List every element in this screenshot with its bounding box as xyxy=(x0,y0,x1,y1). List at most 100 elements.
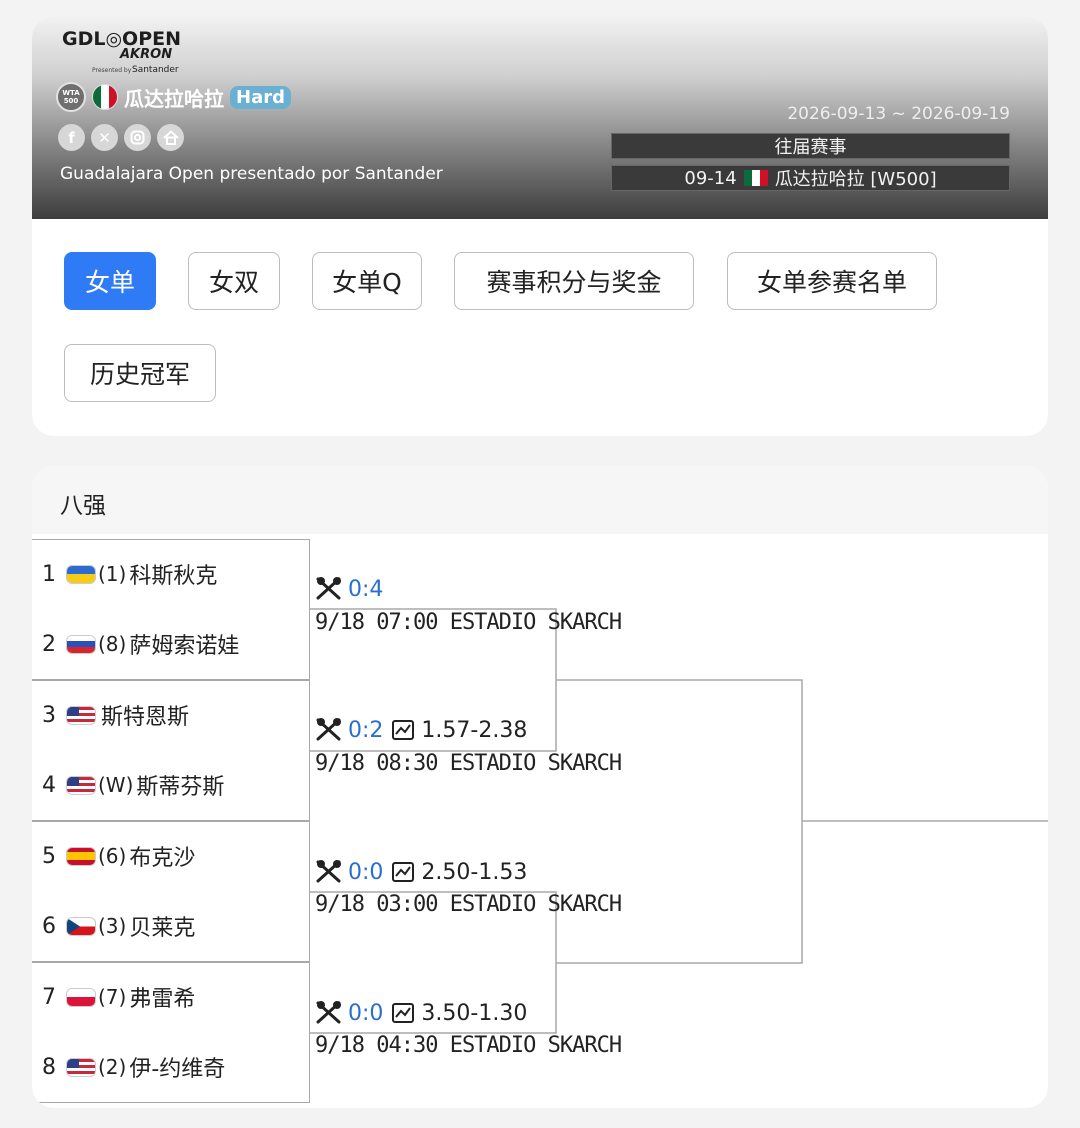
wta-badge-bottom: 500 xyxy=(63,97,79,105)
match-odds: 1.57-2.38 xyxy=(421,717,528,743)
player-row[interactable]: 5 (6) 布克沙 xyxy=(42,836,195,876)
player-list: 1 (1) 科斯秋克 2 (8) 萨姆索诺娃 3 斯特恩斯 4 (W) 斯蒂芬斯… xyxy=(32,539,310,1105)
match-h2h[interactable]: 0:0 3.50-1.30 xyxy=(314,998,527,1028)
player-number: 3 xyxy=(42,702,56,728)
tournament-dates: 2026-09-13 ~ 2026-09-19 xyxy=(787,104,1010,124)
social-links: f ✕ xyxy=(58,124,184,151)
instagram-icon[interactable] xyxy=(124,124,151,151)
past-event-date: 09-14 xyxy=(684,167,737,189)
h2h-score: 0:0 xyxy=(348,1000,384,1026)
player-name[interactable]: 伊-约维奇 xyxy=(129,1051,225,1083)
past-event-link[interactable]: 09-14 瓜达拉哈拉 [W500] xyxy=(611,165,1010,191)
tournament-logo: GDL◎OPEN AKRON Presented by Santander xyxy=(62,28,192,84)
home-icon[interactable] xyxy=(157,124,184,151)
crossed-rackets-icon xyxy=(316,577,341,600)
player-name[interactable]: 科斯秋克 xyxy=(129,558,217,590)
match-h2h[interactable]: 0:0 2.50-1.53 xyxy=(314,857,527,887)
player-number: 1 xyxy=(42,561,56,587)
player-number: 4 xyxy=(42,772,56,798)
player-row[interactable]: 8 (2) 伊-约维奇 xyxy=(42,1047,225,1087)
h2h-score: 0:4 xyxy=(348,576,384,602)
tournament-name[interactable]: 瓜达拉哈拉 xyxy=(124,83,224,112)
usa-flag-icon xyxy=(66,705,96,725)
tournament-subtitle: Guadalajara Open presentado por Santande… xyxy=(60,164,443,184)
bracket-header: 八强 xyxy=(32,466,1048,534)
match-h2h[interactable]: 0:4 xyxy=(314,574,383,604)
tab-entry-list[interactable]: 女单参赛名单 xyxy=(727,252,937,310)
player-row[interactable]: 6 (3) 贝莱克 xyxy=(42,906,195,946)
facebook-icon[interactable]: f xyxy=(58,124,85,151)
poland-flag-icon xyxy=(66,987,96,1007)
match-pair: 1 (1) 科斯秋克 2 (8) 萨姆索诺娃 xyxy=(32,539,310,680)
logo-presented-text: Presented by xyxy=(92,67,132,74)
player-number: 7 xyxy=(42,984,56,1010)
bracket-card: 八强 1 (1) 科斯秋克 2 (8) 萨姆索诺娃 3 斯特恩斯 4 (W) 斯… xyxy=(32,466,1048,1108)
mexico-flag-icon xyxy=(743,170,768,186)
player-seed: (W) xyxy=(98,773,134,797)
past-events-label: 往届赛事 xyxy=(611,133,1010,159)
tab-womens-singles[interactable]: 女单 xyxy=(64,252,156,310)
match-info: 9/18 08:30 ESTADIO SKARCH xyxy=(315,751,622,776)
player-name[interactable]: 贝莱克 xyxy=(129,910,195,942)
player-seed: (2) xyxy=(98,1055,127,1079)
x-icon[interactable]: ✕ xyxy=(91,124,118,151)
odds-chart-icon xyxy=(392,862,415,882)
wta-badge-top: WTA xyxy=(62,89,80,97)
player-seed: (6) xyxy=(98,844,127,868)
tab-points-prize-money[interactable]: 赛事积分与奖金 xyxy=(454,252,694,310)
match-pair: 3 斯特恩斯 4 (W) 斯蒂芬斯 xyxy=(32,680,310,821)
player-number: 5 xyxy=(42,843,56,869)
h2h-score: 0:0 xyxy=(348,859,384,885)
russia-flag-icon xyxy=(66,634,96,654)
player-number: 2 xyxy=(42,631,56,657)
crossed-rackets-icon xyxy=(316,718,341,741)
player-name[interactable]: 斯蒂芬斯 xyxy=(136,769,224,801)
tournament-card: GDL◎OPEN AKRON Presented by Santander WT… xyxy=(32,16,1048,436)
match-odds: 3.50-1.30 xyxy=(421,1000,528,1026)
czech-flag-icon xyxy=(66,916,96,936)
player-name[interactable]: 弗雷希 xyxy=(129,981,195,1013)
ukraine-flag-icon xyxy=(66,564,96,584)
round-title: 八强 xyxy=(60,493,106,519)
odds-chart-icon xyxy=(392,1003,415,1023)
player-number: 8 xyxy=(42,1054,56,1080)
logo-santander-text: Santander xyxy=(132,65,179,75)
match-info: 9/18 04:30 ESTADIO SKARCH xyxy=(315,1033,622,1058)
surface-badge: Hard xyxy=(230,85,291,109)
player-seed: (7) xyxy=(98,985,127,1009)
tab-womens-singles-qualifying[interactable]: 女单Q xyxy=(312,252,422,310)
match-info: 9/18 07:00 ESTADIO SKARCH xyxy=(315,610,622,635)
player-name[interactable]: 萨姆索诺娃 xyxy=(129,628,239,660)
crossed-rackets-icon xyxy=(316,1001,341,1024)
match-info: 9/18 03:00 ESTADIO SKARCH xyxy=(315,892,622,917)
tournament-banner: GDL◎OPEN AKRON Presented by Santander WT… xyxy=(32,16,1048,219)
match-pair: 5 (6) 布克沙 6 (3) 贝莱克 xyxy=(32,821,310,962)
player-row[interactable]: 1 (1) 科斯秋克 xyxy=(42,554,217,594)
player-row[interactable]: 2 (8) 萨姆索诺娃 xyxy=(42,624,239,664)
player-row[interactable]: 4 (W) 斯蒂芬斯 xyxy=(42,765,224,805)
player-seed: (3) xyxy=(98,914,127,938)
usa-flag-icon xyxy=(66,775,96,795)
logo-sponsor-text: AKRON xyxy=(120,47,173,62)
match-odds: 2.50-1.53 xyxy=(421,859,528,885)
player-seed: (1) xyxy=(98,562,127,586)
player-name[interactable]: 斯特恩斯 xyxy=(101,699,189,731)
tab-past-champions[interactable]: 历史冠军 xyxy=(64,344,216,402)
mexico-flag-icon xyxy=(92,84,118,110)
h2h-score: 0:2 xyxy=(348,717,384,743)
tab-womens-doubles[interactable]: 女双 xyxy=(188,252,280,310)
past-event-name: 瓜达拉哈拉 [W500] xyxy=(774,169,937,190)
crossed-rackets-icon xyxy=(316,860,341,883)
tournament-title-row: WTA 500 瓜达拉哈拉 Hard xyxy=(56,82,291,112)
player-seed: (8) xyxy=(98,632,127,656)
odds-chart-icon xyxy=(392,720,415,740)
match-pair: 7 (7) 弗雷希 8 (2) 伊-约维奇 xyxy=(32,962,310,1103)
spain-flag-icon xyxy=(66,846,96,866)
match-h2h[interactable]: 0:2 1.57-2.38 xyxy=(314,715,527,745)
player-number: 6 xyxy=(42,913,56,939)
wta-500-badge-icon: WTA 500 xyxy=(56,82,86,112)
player-row[interactable]: 3 斯特恩斯 xyxy=(42,695,189,735)
player-row[interactable]: 7 (7) 弗雷希 xyxy=(42,977,195,1017)
usa-flag-icon xyxy=(66,1057,96,1077)
player-name[interactable]: 布克沙 xyxy=(129,840,195,872)
